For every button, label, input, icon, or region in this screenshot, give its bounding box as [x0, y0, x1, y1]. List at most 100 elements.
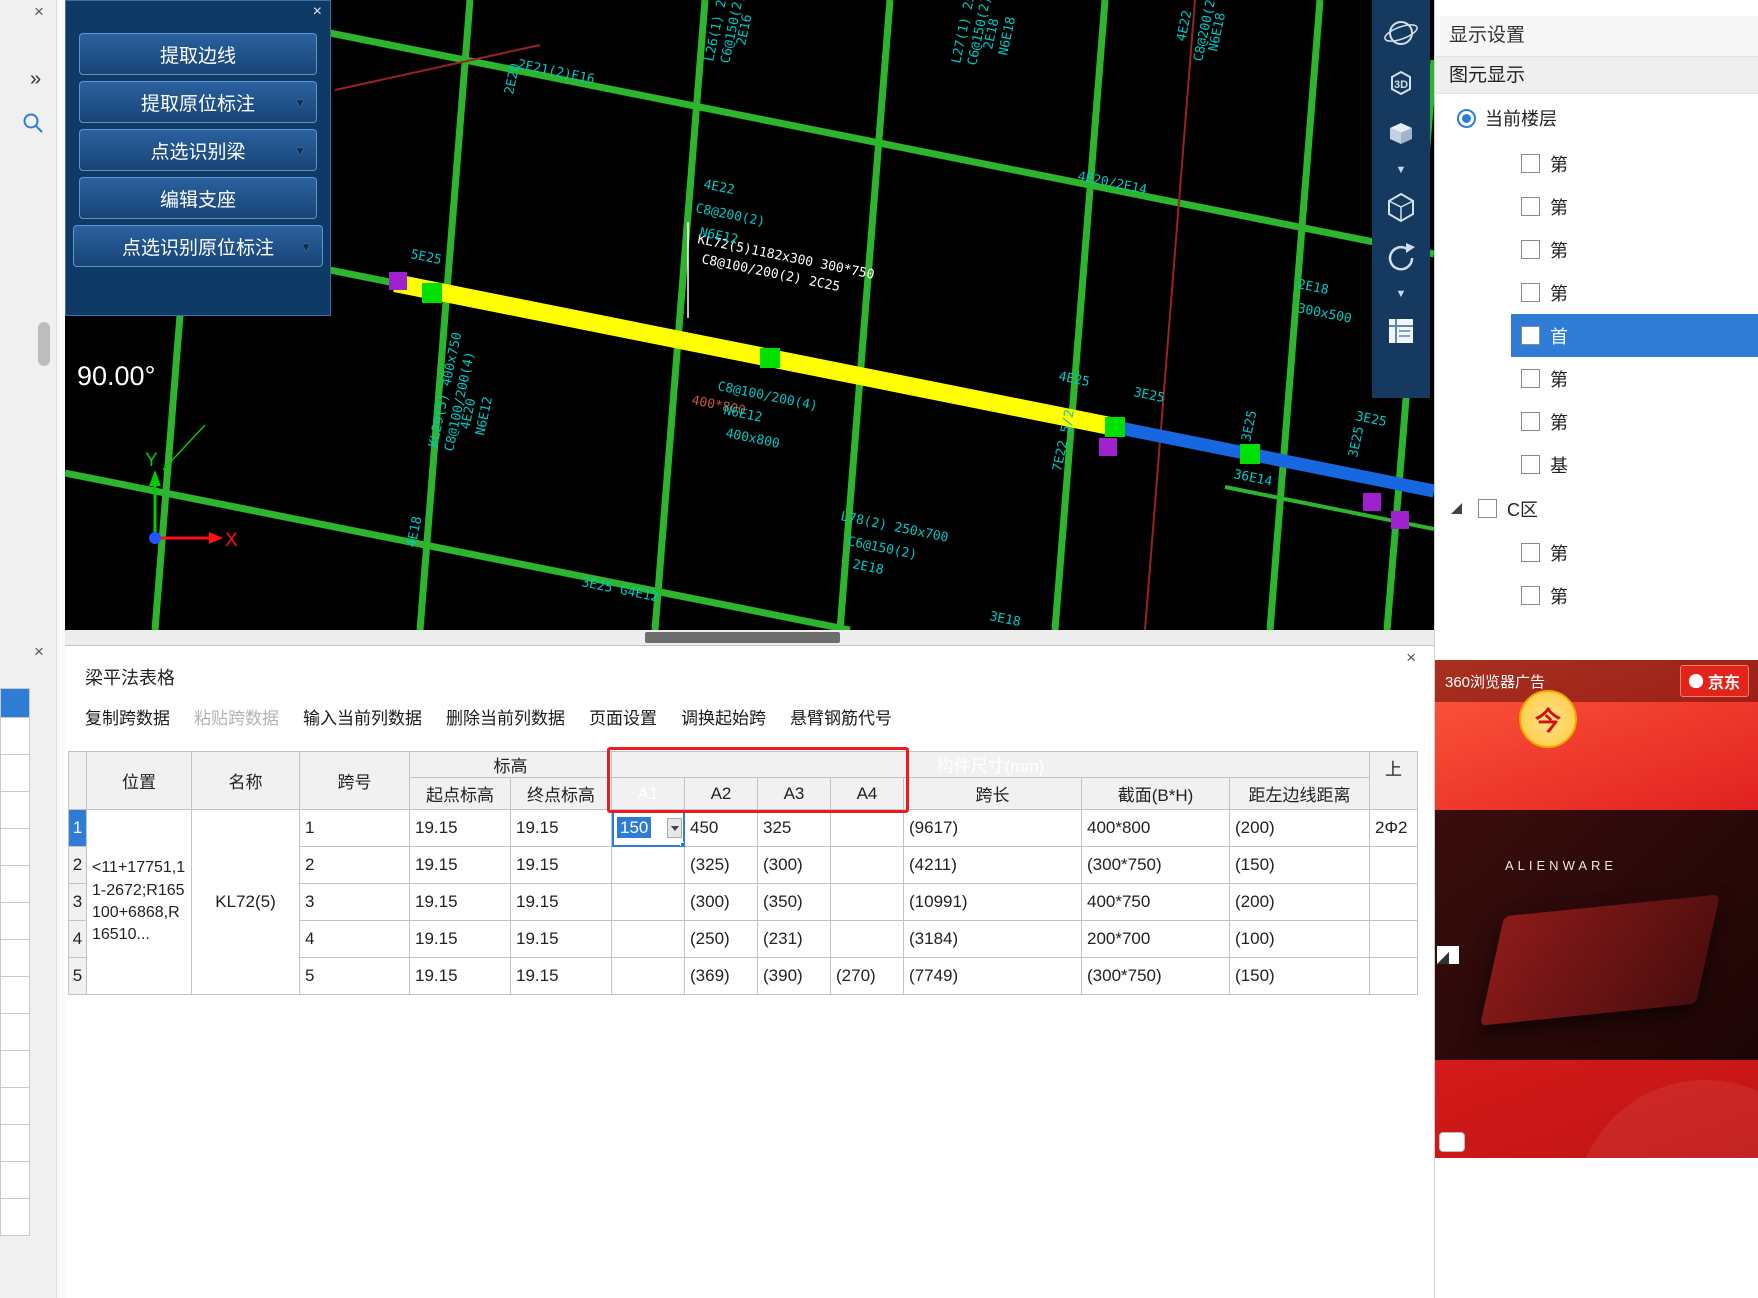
table-row[interactable]: 1 <11+17751,11-2672;R165100+6868,R16510..…: [68, 809, 1418, 995]
table-cell[interactable]: 450: [684, 809, 758, 847]
table-cell[interactable]: [830, 883, 904, 921]
row-number[interactable]: 4: [68, 920, 87, 958]
table-cell[interactable]: (4211): [903, 846, 1082, 884]
mini-grid-cell[interactable]: [0, 755, 30, 792]
column-header[interactable]: A2: [684, 777, 758, 810]
mini-grid-cell[interactable]: [0, 940, 30, 977]
toolbar-item[interactable]: 页面设置: [589, 704, 657, 729]
table-cell[interactable]: (350): [757, 883, 831, 921]
table-cell[interactable]: 2Φ2: [1369, 809, 1418, 847]
column-header[interactable]: 截面(B*H): [1081, 777, 1230, 810]
panel-resize-handle[interactable]: [1437, 946, 1459, 964]
table-cell[interactable]: [1369, 920, 1418, 958]
mini-grid-cell[interactable]: [0, 792, 30, 829]
close-icon[interactable]: ×: [34, 2, 44, 22]
table-cell[interactable]: 325: [757, 809, 831, 847]
column-header[interactable]: 距左边线距离: [1229, 777, 1370, 810]
toolbar-item[interactable]: 输入当前列数据: [303, 704, 422, 729]
toolbar-item[interactable]: 悬臂钢筋代号: [790, 704, 892, 729]
table-cell[interactable]: (390): [757, 957, 831, 995]
checkbox[interactable]: [1521, 197, 1540, 216]
table-cell[interactable]: 19.15: [510, 957, 612, 995]
toolbar-item[interactable]: 调换起始跨: [681, 704, 766, 729]
view-3d-icon[interactable]: 3D: [1380, 62, 1422, 104]
close-icon[interactable]: ×: [313, 3, 322, 21]
floor-item[interactable]: 基: [1435, 443, 1758, 486]
column-header[interactable]: A3: [757, 777, 831, 810]
scrollbar-thumb[interactable]: [645, 632, 840, 643]
floor-item[interactable]: 第: [1435, 357, 1758, 400]
tool-button-5[interactable]: 点选识别原位标注 ▼: [73, 225, 323, 267]
selected-beam-yellow[interactable]: [393, 274, 1117, 436]
mini-grid-cell[interactable]: [0, 1162, 30, 1199]
table-cell[interactable]: 400*800: [1081, 809, 1230, 847]
table-cell[interactable]: (369): [684, 957, 758, 995]
column-header[interactable]: 跨长: [903, 777, 1082, 810]
row-number[interactable]: 3: [68, 883, 87, 921]
table-cell[interactable]: [1369, 957, 1418, 995]
current-floor-radio-row[interactable]: 当前楼层: [1435, 94, 1758, 142]
orbit-icon[interactable]: [1380, 12, 1422, 54]
table-cell[interactable]: 19.15: [409, 920, 511, 958]
tree-expander-icon[interactable]: [1451, 503, 1462, 514]
floor-item[interactable]: 第: [1435, 185, 1758, 228]
table-cell[interactable]: (300): [757, 846, 831, 884]
cell-dropdown-button[interactable]: [667, 818, 682, 838]
table-cell[interactable]: [830, 920, 904, 958]
column-header[interactable]: 位置: [86, 751, 192, 810]
mini-grid-cell[interactable]: [0, 688, 30, 718]
column-header[interactable]: A1: [611, 777, 685, 810]
table-cell[interactable]: 19.15: [510, 809, 612, 847]
table-cell[interactable]: (3184): [903, 920, 1082, 958]
table-cell[interactable]: (300*750): [1081, 957, 1230, 995]
table-cell[interactable]: 4: [299, 920, 410, 958]
dropdown-arrow-icon[interactable]: ▼: [294, 144, 306, 158]
checkbox[interactable]: [1478, 499, 1497, 518]
mini-grid-cell[interactable]: [0, 1125, 30, 1162]
tool-button-4[interactable]: 编辑支座: [79, 177, 317, 219]
table-cell[interactable]: 19.15: [510, 846, 612, 884]
table-cell[interactable]: (200): [1229, 809, 1370, 847]
table-cell[interactable]: 19.15: [510, 920, 612, 958]
table-cell[interactable]: KL72(5): [191, 809, 300, 995]
table-cell[interactable]: 2: [299, 846, 410, 884]
mini-grid-cell[interactable]: [0, 1014, 30, 1051]
mini-grid-cell[interactable]: [0, 718, 30, 755]
checkbox[interactable]: [1521, 586, 1540, 605]
table-cell[interactable]: (300): [684, 883, 758, 921]
dropdown-arrow-icon[interactable]: ▼: [294, 96, 306, 110]
table-cell[interactable]: 400*750: [1081, 883, 1230, 921]
toolbar-item[interactable]: 删除当前列数据: [446, 704, 565, 729]
checkbox[interactable]: [1521, 369, 1540, 388]
table-cell[interactable]: [1369, 883, 1418, 921]
table-cell[interactable]: (325): [684, 846, 758, 884]
table-cell[interactable]: (150): [1229, 846, 1370, 884]
table-cell[interactable]: (9617): [903, 809, 1082, 847]
close-icon[interactable]: ×: [34, 642, 44, 662]
column-header[interactable]: 标高: [409, 751, 612, 778]
table-cell[interactable]: 19.15: [409, 883, 511, 921]
row-number[interactable]: 1: [68, 809, 87, 847]
expand-panel-icon[interactable]: »: [30, 68, 41, 91]
table-cell[interactable]: (231): [757, 920, 831, 958]
tool-button-2[interactable]: 提取原位标注 ▼: [79, 81, 317, 123]
column-header[interactable]: 构件尺寸(mm): [611, 751, 1370, 778]
floor-item[interactable]: 第: [1435, 531, 1758, 574]
row-number[interactable]: 2: [68, 846, 87, 884]
table-cell[interactable]: [611, 957, 685, 995]
column-header[interactable]: 终点标高: [510, 777, 612, 810]
cube-icon[interactable]: [1380, 186, 1422, 228]
tool-button-3[interactable]: 点选识别梁 ▼: [79, 129, 317, 171]
checkbox[interactable]: [1521, 455, 1540, 474]
search-icon[interactable]: [22, 112, 44, 139]
table-cell[interactable]: [830, 809, 904, 847]
checkbox[interactable]: [1521, 543, 1540, 562]
floor-item[interactable]: 首: [1435, 314, 1758, 357]
table-cell[interactable]: (270): [830, 957, 904, 995]
row-number[interactable]: 5: [68, 957, 87, 995]
jd-logo[interactable]: 京东: [1679, 665, 1749, 697]
checkbox[interactable]: [1521, 154, 1540, 173]
active-cell-a1[interactable]: 150: [611, 809, 685, 847]
checkbox[interactable]: [1521, 283, 1540, 302]
table-cell[interactable]: (10991): [903, 883, 1082, 921]
